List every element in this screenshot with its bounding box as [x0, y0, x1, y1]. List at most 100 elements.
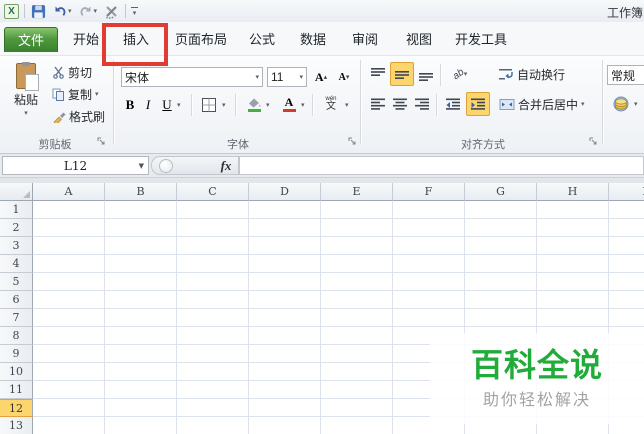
align-center-button[interactable]: [390, 93, 410, 115]
column-header[interactable]: E: [321, 183, 393, 201]
formula-input[interactable]: [239, 156, 644, 175]
name-box-dropdown-icon[interactable]: ▼: [139, 162, 144, 170]
underline-button[interactable]: U: [158, 94, 176, 116]
cut-button[interactable]: 剪切: [50, 62, 94, 82]
row-header[interactable]: 12: [0, 399, 33, 417]
underline-dropdown-icon[interactable]: ▾: [177, 102, 181, 109]
accounting-format-button[interactable]: [610, 93, 632, 115]
increase-indent-button[interactable]: [466, 92, 490, 116]
save-icon: [31, 4, 46, 18]
clipboard-group-label: 剪贴板: [38, 139, 72, 151]
excel-logo-icon[interactable]: X: [4, 3, 19, 19]
row-header[interactable]: 4: [0, 255, 33, 273]
grow-font-button[interactable]: A ▴: [310, 66, 332, 88]
undo-dropdown-icon[interactable]: ▾: [68, 8, 72, 15]
clipboard-dialog-launcher[interactable]: [97, 137, 107, 147]
row-header[interactable]: 13: [0, 417, 33, 434]
copy-button[interactable]: 复制 ▾: [50, 84, 101, 104]
merge-center-dropdown-icon[interactable]: ▾: [581, 101, 585, 108]
row-header[interactable]: 5: [0, 273, 33, 291]
paste-label: 粘贴: [13, 93, 38, 107]
italic-button[interactable]: I: [141, 94, 155, 116]
tab-file[interactable]: 文件: [4, 27, 58, 52]
row-header[interactable]: 3: [0, 237, 33, 255]
font-name-combo[interactable]: 宋体 ▾: [121, 67, 263, 87]
align-left-button[interactable]: [368, 93, 388, 115]
phonetic-guide-button[interactable]: wén 文: [319, 93, 343, 115]
save-button[interactable]: [30, 2, 47, 20]
align-middle-button[interactable]: [390, 62, 414, 86]
select-all-button[interactable]: [0, 183, 33, 201]
align-top-icon: [370, 67, 385, 76]
font-dialog-launcher[interactable]: [348, 137, 358, 147]
orientation-button[interactable]: ab ▾: [446, 63, 474, 85]
column-header[interactable]: H: [537, 183, 609, 201]
customize-qat-icon: [131, 7, 139, 8]
fill-color-button[interactable]: [243, 94, 265, 116]
font-color-button[interactable]: A: [278, 93, 300, 115]
column-header[interactable]: A: [33, 183, 105, 201]
column-header[interactable]: F: [393, 183, 465, 201]
decrease-indent-button[interactable]: [442, 93, 464, 115]
insert-function-button[interactable]: fx: [214, 156, 238, 175]
customize-qat-button[interactable]: ▾: [131, 5, 139, 17]
row-header[interactable]: 2: [0, 219, 33, 237]
grow-arrow-icon: ▴: [323, 74, 328, 81]
row-header[interactable]: 6: [0, 291, 33, 309]
tools-button[interactable]: [103, 2, 120, 20]
number-format-combo[interactable]: 常规: [607, 65, 644, 85]
column-header[interactable]: D: [249, 183, 321, 201]
phonetic-dropdown-icon[interactable]: ▾: [345, 102, 349, 109]
borders-button[interactable]: [198, 94, 220, 116]
row-header[interactable]: 1: [0, 201, 33, 219]
redo-button[interactable]: ▾: [78, 2, 99, 20]
paste-dropdown-icon[interactable]: ▾: [24, 110, 28, 117]
shrink-font-button[interactable]: A ▾: [333, 66, 355, 88]
column-header[interactable]: B: [105, 183, 177, 201]
bold-button[interactable]: B: [122, 94, 138, 116]
font-name-value: 宋体: [125, 70, 150, 85]
font-size-combo[interactable]: 11 ▾: [267, 67, 307, 87]
tab-page-layout[interactable]: 页面布局: [168, 27, 234, 52]
row-header[interactable]: 8: [0, 327, 33, 345]
wrap-text-label: 自动换行: [517, 67, 566, 82]
tab-formulas[interactable]: 公式: [242, 27, 282, 52]
align-right-icon: [414, 98, 429, 110]
row-header[interactable]: 9: [0, 345, 33, 363]
wrap-text-button[interactable]: 自动换行: [497, 64, 567, 84]
quick-access-toolbar: X ▾ ▾ ▾ 工作簿: [0, 0, 644, 22]
merge-center-button[interactable]: 合并后居中 ▾: [497, 94, 587, 114]
copy-dropdown-icon[interactable]: ▾: [95, 91, 99, 98]
undo-button[interactable]: ▾: [52, 2, 73, 20]
paste-button[interactable]: 粘贴 ▾: [5, 60, 47, 134]
borders-dropdown-icon[interactable]: ▾: [222, 102, 226, 109]
phonetic-icon: 文: [326, 101, 336, 112]
formula-bar-circle-icon: [159, 159, 173, 173]
row-header[interactable]: 7: [0, 309, 33, 327]
alignment-dialog-launcher[interactable]: [589, 137, 599, 147]
align-top-button[interactable]: [368, 63, 388, 85]
font-name-dropdown-icon[interactable]: ▾: [255, 74, 259, 81]
fill-color-dropdown-icon[interactable]: ▾: [266, 102, 270, 109]
row-header[interactable]: 11: [0, 381, 33, 399]
align-bottom-button[interactable]: [416, 63, 436, 85]
window-title: 工作簿: [606, 6, 643, 20]
coins-icon: [613, 96, 629, 112]
font-size-dropdown-icon[interactable]: ▾: [299, 74, 303, 81]
tab-review[interactable]: 审阅: [344, 27, 386, 52]
format-painter-button[interactable]: 格式刷: [50, 106, 107, 126]
name-box[interactable]: L12 ▼: [2, 156, 149, 175]
redo-dropdown-icon[interactable]: ▾: [94, 8, 98, 15]
tab-data[interactable]: 数据: [292, 27, 334, 52]
tab-view[interactable]: 视图: [398, 27, 440, 52]
accounting-dropdown-icon[interactable]: ▾: [634, 101, 638, 108]
font-color-dropdown-icon[interactable]: ▾: [301, 102, 305, 109]
column-header[interactable]: G: [465, 183, 537, 201]
align-middle-icon: [394, 70, 409, 79]
tab-developer[interactable]: 开发工具: [450, 27, 512, 52]
column-header[interactable]: I: [609, 183, 644, 201]
column-header[interactable]: C: [177, 183, 249, 201]
row-header[interactable]: 10: [0, 363, 33, 381]
copy-label: 复制: [68, 87, 93, 102]
align-right-button[interactable]: [412, 93, 432, 115]
